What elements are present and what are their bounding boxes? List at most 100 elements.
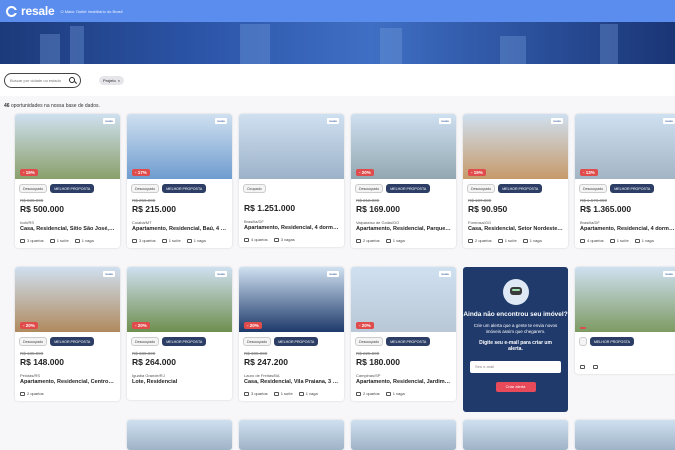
search-input[interactable] [10, 77, 70, 83]
projeto-badge: resale [550, 118, 563, 124]
feature: 2 quartos [20, 391, 44, 396]
card-tags: Desocupado MELHOR PROPOSTA [351, 332, 456, 346]
city: Lauro de Freitas/BA [244, 373, 280, 378]
property-card[interactable]: resale - 15% Desocupado MELHOR PROPOSTA R$ 5… [15, 114, 120, 248]
card-tags: MELHOR PROPOSTA [575, 332, 675, 346]
logo-icon[interactable] [6, 5, 17, 17]
property-image[interactable]: resale - 20% [127, 267, 232, 332]
property-card[interactable]: resale - 13% Desocupado MELHOR PROPOSTA R$ 1… [575, 114, 675, 248]
old-price: R$ 107.000 [468, 198, 492, 203]
property-image[interactable]: resale - 15% [15, 114, 120, 179]
old-price: R$ 259.000 [132, 198, 156, 203]
discount-badge: - 15% [20, 169, 38, 176]
projeto-badge: resale [438, 118, 451, 124]
property-title[interactable]: Casa, Residencial, Sítio São José, 4 ... [15, 225, 120, 232]
property-title[interactable]: Apartamento, Residencial, Parque ... [351, 225, 456, 232]
feature: 1 vaga [634, 238, 654, 243]
filter-chip[interactable]: Projeto × [99, 75, 125, 85]
property-card[interactable]: resale - 20% Desocupado MELHOR PROPOSTA R$ 2… [351, 114, 456, 248]
email-field[interactable]: Seu e-mail [470, 360, 561, 373]
property-image[interactable]: resale - 15% [463, 114, 568, 179]
bath-icon [497, 238, 503, 243]
feature-label: 1 vaga [641, 238, 654, 243]
occupancy-tag: Desocupado [243, 337, 272, 346]
property-card[interactable] [575, 420, 675, 450]
city: Ivoti/RS [20, 220, 35, 225]
property-title[interactable]: Apartamento, Residencial, 4 dormit... [575, 225, 675, 232]
city: Brasília/DF [244, 219, 264, 224]
property-title[interactable]: Apartamento, Residencial, 4 dormit... [239, 224, 344, 231]
feature-label: 1 vaga [81, 238, 94, 243]
bed-icon [580, 365, 585, 369]
feature-label: 1 suíte [168, 238, 181, 243]
property-image[interactable]: resale - 20% [239, 267, 344, 332]
property-image[interactable]: resale - 20% [351, 114, 456, 179]
best-offer-tag: MELHOR PROPOSTA [274, 337, 319, 346]
feature: 3 vagas [273, 237, 295, 242]
property-card[interactable] [463, 420, 568, 450]
price: R$ 500.000 [20, 204, 64, 214]
feature: 1 vaga [385, 391, 405, 396]
price: R$ 215.000 [132, 204, 176, 214]
feature: 1 vaga [186, 238, 206, 243]
logo[interactable]: resale [21, 4, 55, 18]
best-offer-tag: MELHOR PROPOSTA [162, 337, 207, 346]
property-image[interactable]: resale - 13% [575, 114, 675, 179]
card-tags: Desocupado MELHOR PROPOSTA [15, 332, 120, 346]
alert-text: Crie um alerta que a gente te envia novo… [473, 323, 558, 335]
property-title[interactable]: Lote, Residencial [127, 378, 232, 385]
car-icon [273, 237, 279, 242]
property-card[interactable]: resale - 20% Desocupado MELHOR PROPOSTA R$ 3… [239, 267, 344, 401]
property-card[interactable]: resale - 20% Desocupado MELHOR PROPOSTA R$ 2… [351, 267, 456, 401]
hero-banner [0, 22, 675, 64]
best-offer-tag: MELHOR PROPOSTA [590, 337, 635, 346]
feature-label: 1 vaga [305, 391, 318, 396]
property-card[interactable]: resale - 20% Desocupado MELHOR PROPOSTA R$ 3… [127, 267, 232, 400]
feature [580, 365, 587, 369]
property-title[interactable]: Casa, Residencial, Vila Praiana, 3 d... [239, 378, 344, 385]
bed-icon [468, 238, 473, 243]
property-image[interactable]: resale [239, 114, 344, 179]
property-card[interactable]: resale Ocupado R$ 1.251.000 Brasília/DF Apar… [239, 114, 344, 247]
feature-label: 1 suíte [616, 238, 629, 243]
property-card[interactable] [351, 420, 456, 450]
close-icon[interactable]: × [118, 78, 120, 83]
discount-badge: - 20% [132, 322, 150, 329]
filter-chip-label: Projeto [103, 77, 116, 83]
projeto-badge: resale [102, 118, 115, 124]
property-card[interactable]: resale - 20% Desocupado MELHOR PROPOSTA R$ 1… [15, 267, 120, 401]
search-icon[interactable] [69, 77, 75, 83]
best-offer-tag: MELHOR PROPOSTA [162, 184, 207, 193]
feature: 4 quartos [580, 238, 604, 243]
property-image[interactable]: resale - 20% [15, 267, 120, 332]
search-box[interactable] [4, 72, 81, 88]
projeto-badge: resale [214, 271, 227, 277]
property-title[interactable]: Apartamento, Residencial, Baú, 4 dor... [127, 225, 232, 232]
property-title[interactable]: Apartamento, Residencial, Centro, ... [15, 378, 120, 385]
best-offer-tag: MELHOR PROPOSTA [50, 184, 95, 193]
features: 3 quartos 1 suíte 1 vaga [15, 232, 120, 248]
old-price: R$ 225.000 [356, 351, 380, 356]
property-card[interactable]: resale - 15% Desocupado MELHOR PROPOSTA R$ 1… [463, 114, 568, 248]
property-card[interactable] [127, 420, 232, 450]
property-title[interactable]: Apartamento, Residencial, Jardim I... [351, 378, 456, 385]
card-tags: Desocupado MELHOR PROPOSTA [127, 179, 232, 193]
discount-badge: - 17% [132, 169, 150, 176]
card-tags: Desocupado MELHOR PROPOSTA [15, 179, 120, 193]
car-icon [74, 238, 80, 243]
feature-label: 2 quartos [475, 238, 492, 243]
bath-icon [49, 238, 55, 243]
property-card[interactable]: resale - 17% Desocupado MELHOR PROPOSTA R$ 2… [127, 114, 232, 248]
features: 4 quartos 1 suíte 1 vaga [575, 232, 675, 248]
property-image[interactable]: resale - 20% [351, 267, 456, 332]
old-price-spacer [239, 193, 344, 202]
property-card[interactable] [239, 420, 344, 450]
property-card[interactable]: resale MELHOR PROPOSTA [575, 267, 675, 374]
city: Pelotas/RS [20, 373, 41, 378]
property-image[interactable]: resale - 17% [127, 114, 232, 179]
occupancy-tag: Desocupado [131, 337, 160, 346]
feature: 1 vaga [74, 238, 94, 243]
property-image[interactable]: resale [575, 267, 675, 332]
property-title[interactable]: Casa, Residencial, Setor Nordeste, ... [463, 225, 568, 232]
create-alert-button[interactable]: Criar alerta [495, 381, 536, 392]
